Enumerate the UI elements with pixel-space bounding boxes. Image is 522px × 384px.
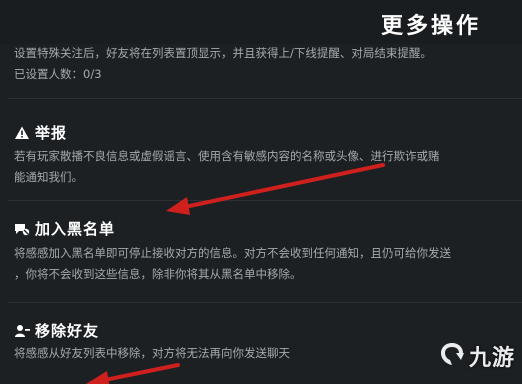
remove-friend-label: 移除好友 — [35, 322, 100, 340]
special-follow-count: 已设置人数：0/3 — [14, 67, 102, 81]
remove-friend-option[interactable]: 移除好友 — [14, 320, 99, 341]
divider — [8, 98, 522, 99]
report-label: 举报 — [35, 124, 68, 142]
blacklist-label: 加入黑名单 — [35, 220, 116, 238]
block-chat-icon — [14, 221, 30, 237]
blacklist-description-line1: 将感感加入黑名单即可停止接收对方的信息。对方不会收到任何通知，且仍可给你发送 — [14, 246, 451, 260]
blacklist-description-line2: ，你将不会收到这些信息，除非你将其从黑名单中移除。 — [14, 267, 302, 281]
special-follow-description: 设置特殊关注后，好友将在列表置顶显示，并且获得上/下线提醒、对局结束提醒。 — [14, 46, 432, 60]
remove-user-icon — [14, 323, 30, 339]
page-title: 更多操作 — [381, 14, 482, 39]
jiuyou-logo-icon — [438, 340, 466, 372]
remove-friend-description: 将感感从好友列表中移除，对方将无法再向你发送聊天 — [14, 346, 290, 360]
report-description-line2: 能通知我们。 — [14, 170, 83, 184]
watermark: 九游 — [438, 340, 515, 372]
report-option[interactable]: 举报 — [14, 122, 67, 143]
warning-icon — [14, 125, 30, 141]
blacklist-option[interactable]: 加入黑名单 — [14, 218, 115, 239]
header-bar: 更多操作 — [0, 0, 522, 44]
arrow-to-remove-friend — [86, 363, 180, 384]
arrow-to-blacklist — [166, 163, 385, 215]
watermark-text: 九游 — [469, 346, 516, 371]
report-description-line1: 若有玩家散播不良信息或虚假谣言、使用含有敏感内容的名称或头像、进行欺诈或赌 — [14, 149, 440, 163]
divider — [8, 302, 522, 303]
divider — [8, 200, 522, 201]
